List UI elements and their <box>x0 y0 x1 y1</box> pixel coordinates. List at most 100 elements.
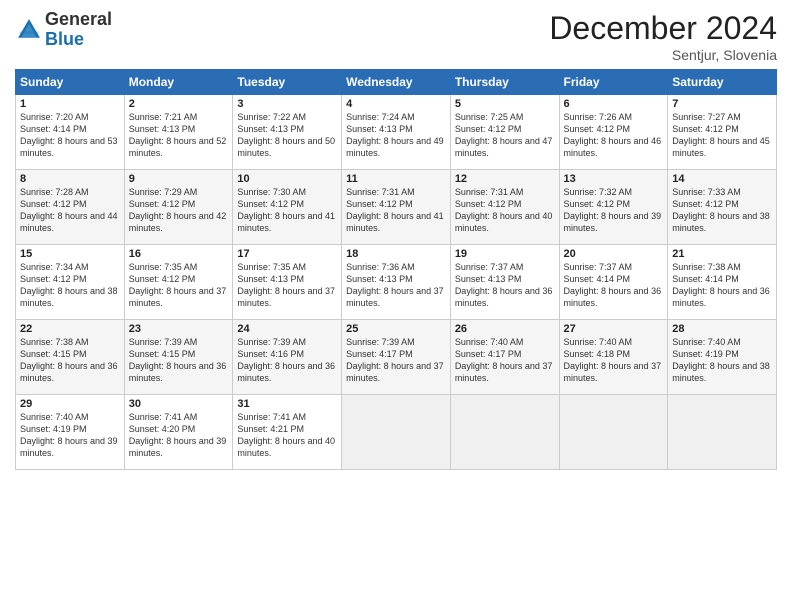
day-number: 20 <box>564 248 664 260</box>
day-number: 3 <box>237 98 337 110</box>
logo-icon <box>15 16 43 44</box>
day-number: 31 <box>237 398 337 410</box>
day-info: Sunrise: 7:37 AM Sunset: 4:13 PM Dayligh… <box>455 261 555 310</box>
day-header-wednesday: Wednesday <box>342 70 451 95</box>
logo-general: General <box>45 10 112 30</box>
day-cell: 1 Sunrise: 7:20 AM Sunset: 4:14 PM Dayli… <box>16 95 125 170</box>
day-number: 8 <box>20 173 120 185</box>
day-header-friday: Friday <box>559 70 668 95</box>
day-cell: 16 Sunrise: 7:35 AM Sunset: 4:12 PM Dayl… <box>124 245 233 320</box>
day-info: Sunrise: 7:39 AM Sunset: 4:15 PM Dayligh… <box>129 336 229 385</box>
day-number: 30 <box>129 398 229 410</box>
day-cell: 25 Sunrise: 7:39 AM Sunset: 4:17 PM Dayl… <box>342 320 451 395</box>
day-number: 5 <box>455 98 555 110</box>
day-cell: 7 Sunrise: 7:27 AM Sunset: 4:12 PM Dayli… <box>668 95 777 170</box>
calendar-table: SundayMondayTuesdayWednesdayThursdayFrid… <box>15 69 777 470</box>
logo: General Blue <box>15 10 112 50</box>
day-info: Sunrise: 7:36 AM Sunset: 4:13 PM Dayligh… <box>346 261 446 310</box>
day-info: Sunrise: 7:30 AM Sunset: 4:12 PM Dayligh… <box>237 186 337 235</box>
header-row: SundayMondayTuesdayWednesdayThursdayFrid… <box>16 70 777 95</box>
day-cell: 23 Sunrise: 7:39 AM Sunset: 4:15 PM Dayl… <box>124 320 233 395</box>
week-row-2: 8 Sunrise: 7:28 AM Sunset: 4:12 PM Dayli… <box>16 170 777 245</box>
header: General Blue December 2024 Sentjur, Slov… <box>15 10 777 63</box>
day-cell: 15 Sunrise: 7:34 AM Sunset: 4:12 PM Dayl… <box>16 245 125 320</box>
day-number: 22 <box>20 323 120 335</box>
day-number: 14 <box>672 173 772 185</box>
day-cell: 30 Sunrise: 7:41 AM Sunset: 4:20 PM Dayl… <box>124 395 233 470</box>
day-cell <box>559 395 668 470</box>
week-row-5: 29 Sunrise: 7:40 AM Sunset: 4:19 PM Dayl… <box>16 395 777 470</box>
day-cell: 28 Sunrise: 7:40 AM Sunset: 4:19 PM Dayl… <box>668 320 777 395</box>
day-cell: 24 Sunrise: 7:39 AM Sunset: 4:16 PM Dayl… <box>233 320 342 395</box>
day-cell: 29 Sunrise: 7:40 AM Sunset: 4:19 PM Dayl… <box>16 395 125 470</box>
day-info: Sunrise: 7:38 AM Sunset: 4:14 PM Dayligh… <box>672 261 772 310</box>
day-header-thursday: Thursday <box>450 70 559 95</box>
day-cell: 19 Sunrise: 7:37 AM Sunset: 4:13 PM Dayl… <box>450 245 559 320</box>
day-header-saturday: Saturday <box>668 70 777 95</box>
day-number: 17 <box>237 248 337 260</box>
day-cell: 3 Sunrise: 7:22 AM Sunset: 4:13 PM Dayli… <box>233 95 342 170</box>
day-info: Sunrise: 7:40 AM Sunset: 4:19 PM Dayligh… <box>20 411 120 460</box>
day-number: 4 <box>346 98 446 110</box>
day-cell: 5 Sunrise: 7:25 AM Sunset: 4:12 PM Dayli… <box>450 95 559 170</box>
location: Sentjur, Slovenia <box>549 47 777 63</box>
day-info: Sunrise: 7:27 AM Sunset: 4:12 PM Dayligh… <box>672 111 772 160</box>
day-cell: 4 Sunrise: 7:24 AM Sunset: 4:13 PM Dayli… <box>342 95 451 170</box>
week-row-1: 1 Sunrise: 7:20 AM Sunset: 4:14 PM Dayli… <box>16 95 777 170</box>
day-number: 19 <box>455 248 555 260</box>
day-number: 6 <box>564 98 664 110</box>
day-info: Sunrise: 7:33 AM Sunset: 4:12 PM Dayligh… <box>672 186 772 235</box>
day-info: Sunrise: 7:25 AM Sunset: 4:12 PM Dayligh… <box>455 111 555 160</box>
day-info: Sunrise: 7:35 AM Sunset: 4:12 PM Dayligh… <box>129 261 229 310</box>
day-number: 21 <box>672 248 772 260</box>
day-info: Sunrise: 7:39 AM Sunset: 4:17 PM Dayligh… <box>346 336 446 385</box>
day-cell: 13 Sunrise: 7:32 AM Sunset: 4:12 PM Dayl… <box>559 170 668 245</box>
day-info: Sunrise: 7:31 AM Sunset: 4:12 PM Dayligh… <box>455 186 555 235</box>
day-cell: 8 Sunrise: 7:28 AM Sunset: 4:12 PM Dayli… <box>16 170 125 245</box>
day-cell <box>450 395 559 470</box>
day-cell: 14 Sunrise: 7:33 AM Sunset: 4:12 PM Dayl… <box>668 170 777 245</box>
day-info: Sunrise: 7:37 AM Sunset: 4:14 PM Dayligh… <box>564 261 664 310</box>
day-number: 23 <box>129 323 229 335</box>
day-info: Sunrise: 7:40 AM Sunset: 4:17 PM Dayligh… <box>455 336 555 385</box>
day-number: 12 <box>455 173 555 185</box>
day-number: 28 <box>672 323 772 335</box>
day-number: 24 <box>237 323 337 335</box>
day-number: 15 <box>20 248 120 260</box>
day-cell: 6 Sunrise: 7:26 AM Sunset: 4:12 PM Dayli… <box>559 95 668 170</box>
day-number: 26 <box>455 323 555 335</box>
day-cell: 27 Sunrise: 7:40 AM Sunset: 4:18 PM Dayl… <box>559 320 668 395</box>
day-info: Sunrise: 7:29 AM Sunset: 4:12 PM Dayligh… <box>129 186 229 235</box>
day-cell: 11 Sunrise: 7:31 AM Sunset: 4:12 PM Dayl… <box>342 170 451 245</box>
day-cell <box>342 395 451 470</box>
day-number: 11 <box>346 173 446 185</box>
day-number: 9 <box>129 173 229 185</box>
day-info: Sunrise: 7:35 AM Sunset: 4:13 PM Dayligh… <box>237 261 337 310</box>
day-info: Sunrise: 7:32 AM Sunset: 4:12 PM Dayligh… <box>564 186 664 235</box>
day-header-monday: Monday <box>124 70 233 95</box>
day-info: Sunrise: 7:34 AM Sunset: 4:12 PM Dayligh… <box>20 261 120 310</box>
day-info: Sunrise: 7:38 AM Sunset: 4:15 PM Dayligh… <box>20 336 120 385</box>
day-cell: 21 Sunrise: 7:38 AM Sunset: 4:14 PM Dayl… <box>668 245 777 320</box>
day-number: 13 <box>564 173 664 185</box>
day-info: Sunrise: 7:24 AM Sunset: 4:13 PM Dayligh… <box>346 111 446 160</box>
day-cell: 31 Sunrise: 7:41 AM Sunset: 4:21 PM Dayl… <box>233 395 342 470</box>
day-number: 10 <box>237 173 337 185</box>
day-cell: 12 Sunrise: 7:31 AM Sunset: 4:12 PM Dayl… <box>450 170 559 245</box>
day-cell <box>668 395 777 470</box>
day-number: 2 <box>129 98 229 110</box>
logo-text: General Blue <box>45 10 112 50</box>
day-number: 29 <box>20 398 120 410</box>
day-info: Sunrise: 7:22 AM Sunset: 4:13 PM Dayligh… <box>237 111 337 160</box>
day-number: 7 <box>672 98 772 110</box>
day-info: Sunrise: 7:31 AM Sunset: 4:12 PM Dayligh… <box>346 186 446 235</box>
week-row-4: 22 Sunrise: 7:38 AM Sunset: 4:15 PM Dayl… <box>16 320 777 395</box>
day-number: 18 <box>346 248 446 260</box>
day-cell: 18 Sunrise: 7:36 AM Sunset: 4:13 PM Dayl… <box>342 245 451 320</box>
day-number: 16 <box>129 248 229 260</box>
title-section: December 2024 Sentjur, Slovenia <box>549 10 777 63</box>
day-cell: 20 Sunrise: 7:37 AM Sunset: 4:14 PM Dayl… <box>559 245 668 320</box>
day-cell: 26 Sunrise: 7:40 AM Sunset: 4:17 PM Dayl… <box>450 320 559 395</box>
day-info: Sunrise: 7:41 AM Sunset: 4:20 PM Dayligh… <box>129 411 229 460</box>
week-row-3: 15 Sunrise: 7:34 AM Sunset: 4:12 PM Dayl… <box>16 245 777 320</box>
